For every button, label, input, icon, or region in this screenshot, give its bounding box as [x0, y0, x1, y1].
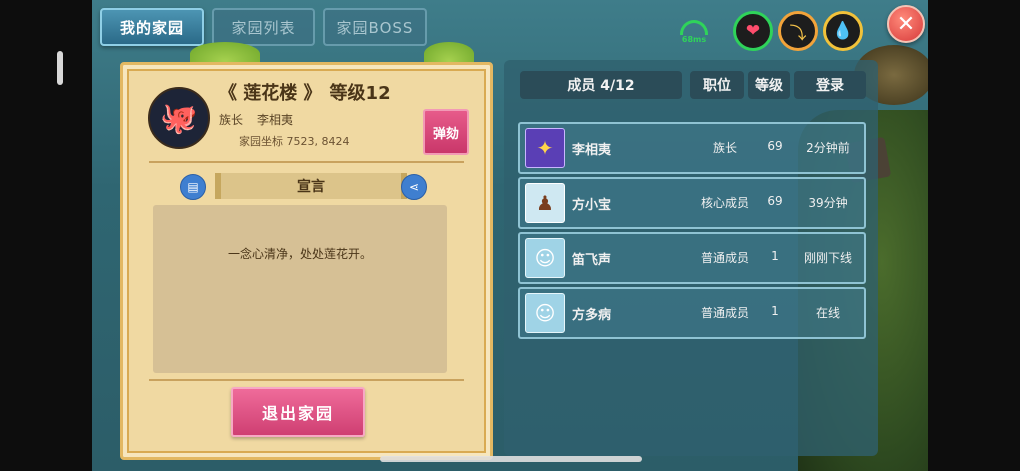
home-indicator[interactable] — [380, 456, 642, 462]
wifi-icon — [680, 20, 708, 35]
member-name: 李相夷 — [572, 143, 612, 158]
member-name: 方小宝 — [572, 198, 612, 213]
divider — [149, 379, 464, 381]
member-role: 核心成员 — [700, 196, 749, 210]
declaration-text: 一念心清净，处处莲花开。 — [227, 247, 372, 261]
notes-icon[interactable]: ▤ — [180, 174, 206, 200]
leader-name: 李相夷 — [257, 113, 294, 127]
member-login: 39分钟 — [808, 196, 848, 210]
home-coordinates: 家园坐标 7523, 8424 — [239, 135, 350, 148]
divider — [149, 161, 464, 163]
declaration-box[interactable]: 一念心清净，处处莲花开。 — [153, 205, 447, 373]
avatar: ✦ — [525, 128, 565, 168]
impeach-button[interactable]: 弹劾 — [423, 109, 469, 155]
ping-indicator: 68ms — [678, 20, 710, 44]
share-icon[interactable]: ⋖ — [401, 174, 427, 200]
member-level: 1 — [771, 304, 779, 318]
member-role: 普通成员 — [700, 306, 749, 320]
member-row[interactable]: ☺ 笛飞声 普通成员 1 刚刚下线 — [518, 232, 866, 284]
member-login: 刚刚下线 — [803, 251, 852, 265]
leader-line: 族长 李相夷 — [219, 111, 293, 128]
avatar: ♟ — [525, 183, 565, 223]
login-header[interactable]: 登录 — [794, 71, 866, 99]
role-header[interactable]: 职位 — [690, 71, 744, 99]
member-level: 69 — [767, 139, 783, 153]
side-handle[interactable] — [57, 51, 63, 85]
member-name: 笛飞声 — [572, 253, 612, 268]
member-name: 方多病 — [572, 308, 612, 323]
member-login: 2分钟前 — [806, 141, 850, 155]
tab-home-list[interactable]: 家园列表 — [212, 8, 315, 46]
tab-my-home[interactable]: 我的家园 — [100, 8, 204, 46]
member-count-header: 成员 4/12 — [520, 71, 682, 99]
member-level: 1 — [771, 249, 779, 263]
energy-icon[interactable]: ⤵ — [778, 11, 818, 51]
member-role: 族长 — [712, 141, 737, 155]
members-panel: 成员 4/12 职位 等级 登录 ✦ 李相夷 族长 69 2分钟前 ♟ 方小宝 … — [504, 60, 878, 456]
member-login: 在线 — [815, 306, 840, 320]
home-info-panel: 🐙 《 莲花楼 》等级12 族长 李相夷 家园坐标 7523, 8424 弹劾 ▤… — [120, 62, 493, 460]
member-row[interactable]: ♟ 方小宝 核心成员 69 39分钟 — [518, 177, 866, 229]
home-name: 《 莲花楼 》 — [219, 83, 322, 104]
leader-label: 族长 — [219, 113, 244, 127]
close-button[interactable]: ✕ — [887, 5, 925, 43]
home-level: 等级12 — [329, 83, 391, 104]
member-row[interactable]: ✦ 李相夷 族长 69 2分钟前 — [518, 122, 866, 174]
home-title: 《 莲花楼 》等级12 — [219, 79, 391, 105]
member-level: 69 — [767, 194, 783, 208]
avatar: ☺ — [525, 293, 565, 333]
leave-home-button[interactable]: 退出家园 — [231, 387, 365, 437]
octopus-icon: 🐙 — [148, 87, 210, 149]
member-row[interactable]: ☺ 方多病 普通成员 1 在线 — [518, 287, 866, 339]
ping-value: 68ms — [681, 35, 707, 44]
tab-home-boss[interactable]: 家园BOSS — [323, 8, 427, 46]
water-drop-icon[interactable]: 💧 — [823, 11, 863, 51]
level-header[interactable]: 等级 — [748, 71, 790, 99]
member-role: 普通成员 — [700, 251, 749, 265]
heart-icon[interactable]: ❤ — [733, 11, 773, 51]
declaration-header: 宣言 — [215, 173, 407, 199]
avatar: ☺ — [525, 238, 565, 278]
